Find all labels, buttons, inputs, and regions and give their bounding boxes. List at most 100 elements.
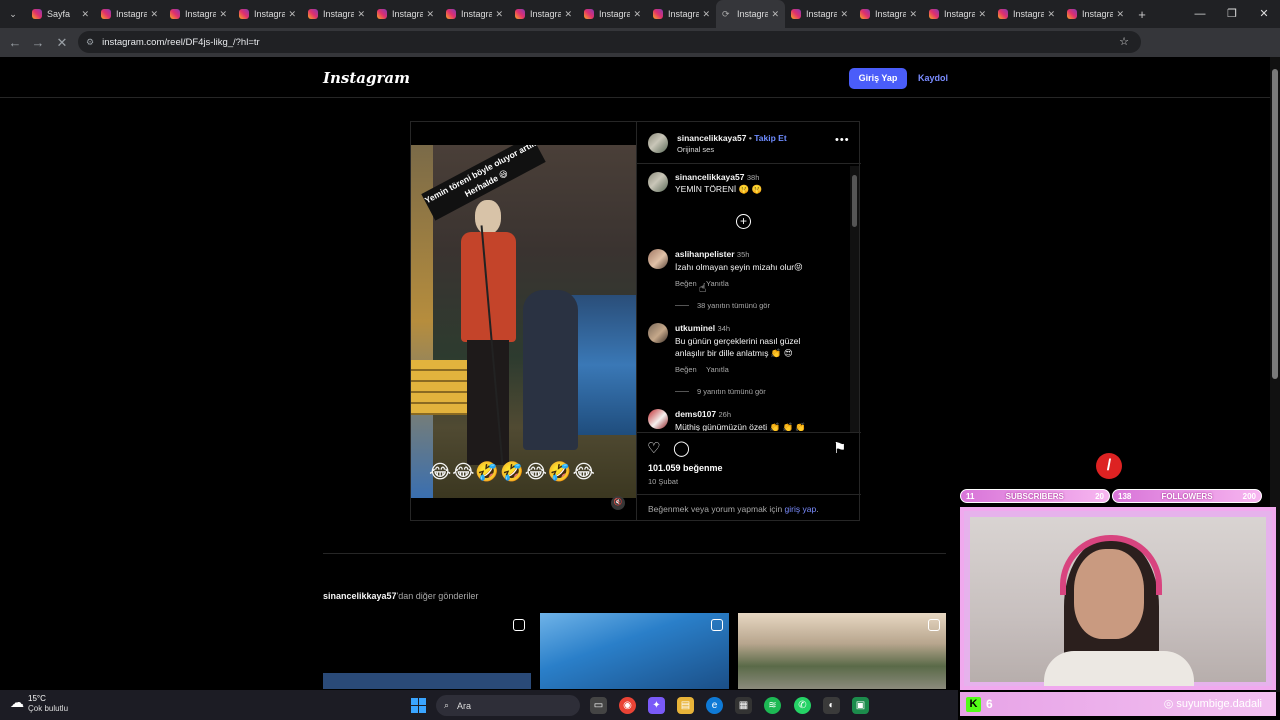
stop-loading-button[interactable]: ✕	[50, 35, 74, 51]
new-tab-button[interactable]: +	[1130, 7, 1154, 22]
url-text[interactable]: instagram.com/reel/DF4js-likg_/?hl=tr	[102, 37, 260, 48]
comment-text: Bu günün gerçeklerini nasıl güzel	[675, 336, 801, 346]
comment-reply-link[interactable]: Yanıtla	[706, 365, 729, 374]
close-tab-icon[interactable]: ✕	[564, 9, 572, 20]
author-username[interactable]: sinancelikkaya57	[677, 133, 746, 143]
more-options-icon[interactable]: •••	[835, 134, 850, 146]
comment-time: 26h	[718, 410, 732, 419]
browser-tab[interactable]: Instagram✕	[95, 0, 164, 28]
close-tab-icon[interactable]: ✕	[219, 9, 227, 20]
close-tab-icon[interactable]: ✕	[978, 9, 986, 20]
close-tab-icon[interactable]: ✕	[840, 9, 848, 20]
chrome-icon[interactable]: ◉	[619, 697, 636, 714]
close-tab-icon[interactable]: ✕	[357, 9, 365, 20]
reel-video[interactable]: Yemin töreni böyle oluyor artık Herhalde…	[411, 145, 636, 498]
instagram-logo[interactable]: Instagram	[323, 69, 410, 87]
close-tab-icon[interactable]: ✕	[426, 9, 434, 20]
browser-tab[interactable]: Instagram✕	[785, 0, 854, 28]
save-bookmark-icon[interactable]: ⚑	[833, 439, 846, 457]
close-tab-icon[interactable]: ✕	[702, 9, 710, 20]
view-replies-link[interactable]: 9 yanıtın tümünü gör	[697, 387, 766, 396]
browser-tab[interactable]: Instagram✕	[440, 0, 509, 28]
likes-count[interactable]: 101.059 beğenme	[648, 463, 723, 473]
browser-tab[interactable]: Instagram✕	[923, 0, 992, 28]
spotify-icon[interactable]: ≋	[764, 697, 781, 714]
like-heart-icon[interactable]: ♡	[647, 439, 660, 457]
start-button[interactable]	[411, 698, 426, 713]
close-tab-icon[interactable]: ✕	[495, 9, 503, 20]
video-emoji-row: 😂😂🤣🤣😂🤣😂	[429, 462, 596, 483]
back-button[interactable]: ←	[3, 35, 27, 50]
browser-tab[interactable]: Instagram✕	[854, 0, 923, 28]
page-scrollbar-thumb[interactable]	[1272, 69, 1278, 379]
reel-video-container[interactable]: Yemin töreni böyle oluyor artık Herhalde…	[411, 122, 636, 520]
copilot-icon[interactable]: ✦	[648, 697, 665, 714]
browser-tab[interactable]: Instagram✕	[164, 0, 233, 28]
browser-tab[interactable]: Instagram✕	[371, 0, 440, 28]
comment-user[interactable]: aslihanpelister	[675, 249, 735, 259]
site-info-icon[interactable]: ⚙	[86, 37, 94, 48]
taskbar-search[interactable]: ⌕ Ara	[436, 695, 580, 716]
comment-like-link[interactable]: Beğen	[675, 365, 697, 374]
comment-like-link[interactable]: Beğen	[675, 279, 697, 288]
follow-link[interactable]: Takip Et	[754, 133, 786, 143]
browser-tab[interactable]: Instagram✕	[302, 0, 371, 28]
subscribers-goal: 11 SUBSCRIBERS 20	[960, 489, 1110, 503]
browser-tab[interactable]: Instagram✕	[233, 0, 302, 28]
close-window-button[interactable]: ✕	[1248, 0, 1280, 28]
omnibox[interactable]: ⚙ instagram.com/reel/DF4js-likg_/?hl=tr …	[78, 31, 1141, 53]
author-avatar[interactable]	[648, 133, 668, 153]
app-icon[interactable]: ▣	[852, 697, 869, 714]
browser-tab[interactable]: Instagram✕	[509, 0, 578, 28]
maximize-button[interactable]: ❐	[1216, 0, 1248, 28]
browser-tab[interactable]: Instagram✕	[992, 0, 1061, 28]
signup-link[interactable]: Kaydol	[918, 73, 948, 83]
whatsapp-icon[interactable]: ✆	[794, 697, 811, 714]
more-post-thumbnail[interactable]	[323, 613, 531, 689]
browser-tab[interactable]: Instagram✕	[1061, 0, 1130, 28]
edge-icon[interactable]: e	[706, 697, 723, 714]
browser-tab[interactable]: Instagram✕	[647, 0, 716, 28]
more-post-thumbnail[interactable]	[738, 613, 946, 689]
login-prompt-link[interactable]: giriş yap	[785, 504, 817, 514]
comment-avatar[interactable]	[648, 249, 668, 269]
close-tab-icon[interactable]: ✕	[633, 9, 641, 20]
forward-button[interactable]: →	[26, 35, 50, 50]
mute-icon[interactable]: 🔇	[611, 496, 625, 510]
close-tab-icon[interactable]: ✕	[1116, 9, 1124, 20]
browser-tab[interactable]: Instagram✕	[578, 0, 647, 28]
obs-icon[interactable]: ◐	[823, 697, 840, 714]
comment-icon[interactable]: ◯	[673, 439, 690, 457]
minimize-button[interactable]: —	[1184, 0, 1216, 28]
comment-user[interactable]: utkuminel	[675, 323, 715, 333]
task-view-icon[interactable]: ▭	[590, 697, 607, 714]
load-more-comments-icon[interactable]: +	[736, 214, 751, 229]
login-button[interactable]: Giriş Yap	[849, 68, 907, 89]
close-tab-icon[interactable]: ✕	[150, 9, 158, 20]
stream-bottom-bar: K 6 ◎ suyumbige.dadali	[960, 692, 1276, 716]
close-tab-icon[interactable]: ✕	[81, 9, 89, 20]
close-tab-icon[interactable]: ✕	[909, 9, 917, 20]
caption-avatar[interactable]	[648, 172, 668, 192]
tab-search-button[interactable]: ⌄	[0, 0, 26, 28]
browser-tab[interactable]: Sayfa ✕	[26, 0, 95, 28]
browser-tab[interactable]: ⟳ Instagram✕	[716, 0, 785, 28]
weather-widget[interactable]: ☁ 15°C Çok bulutlu	[10, 694, 68, 714]
weather-status: Çok bulutlu	[28, 704, 69, 713]
comment-avatar[interactable]	[648, 409, 668, 429]
store-icon[interactable]: ▦	[735, 697, 752, 714]
close-tab-icon[interactable]: ✕	[288, 9, 296, 20]
close-tab-icon[interactable]: ✕	[1047, 9, 1055, 20]
audio-label[interactable]: Orijinal ses	[677, 145, 714, 154]
more-post-thumbnail[interactable]	[540, 613, 729, 689]
comment-user[interactable]: dems0107	[675, 409, 716, 419]
file-explorer-icon[interactable]: ▤	[677, 697, 694, 714]
comment-reply-link[interactable]: Yanıtla	[706, 279, 729, 288]
bookmark-star-icon[interactable]: ☆	[1119, 35, 1129, 48]
view-replies-link[interactable]: 38 yanıtın tümünü gör	[697, 301, 770, 310]
close-tab-icon[interactable]: ✕	[771, 9, 779, 20]
more-posts-user[interactable]: sinancelikkaya57	[323, 591, 397, 601]
comments-scrollbar-thumb[interactable]	[852, 175, 857, 227]
comment-avatar[interactable]	[648, 323, 668, 343]
caption-user[interactable]: sinancelikkaya57	[675, 172, 744, 182]
